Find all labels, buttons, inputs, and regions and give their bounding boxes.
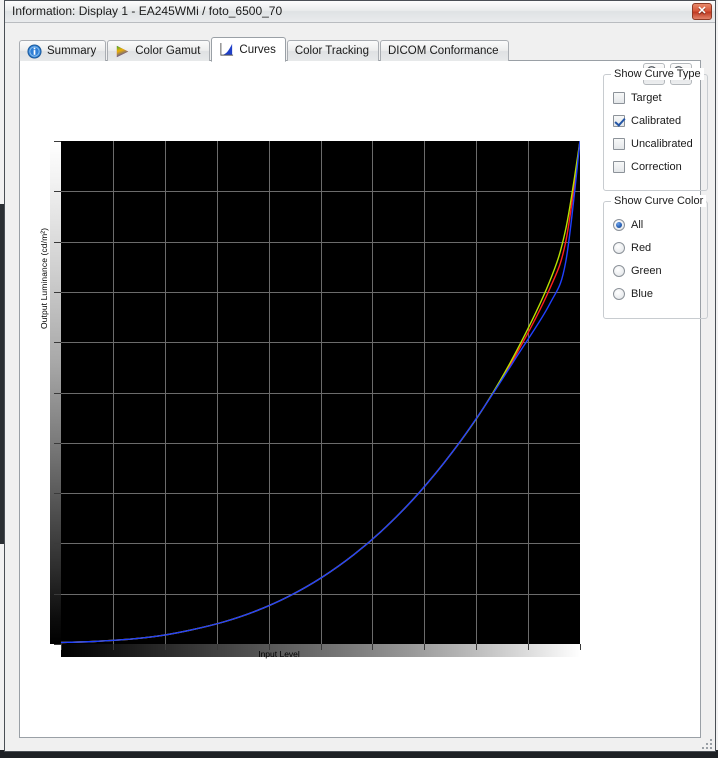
checkbox-target-box[interactable]: [613, 92, 625, 104]
tab-color-tracking-label: Color Tracking: [295, 45, 369, 57]
radio-red-button[interactable]: [613, 242, 625, 254]
window-client-area: Summary Color Gamut: [5, 23, 715, 751]
window-title: Information: Display 1 - EA245WMi / foto…: [12, 4, 282, 18]
radio-all-button[interactable]: [613, 219, 625, 231]
tab-strip: Summary Color Gamut: [19, 36, 510, 61]
radio-all-label: All: [631, 219, 643, 231]
close-button[interactable]: ✕: [692, 3, 712, 20]
tab-color-gamut-label: Color Gamut: [135, 45, 200, 57]
checkbox-correction-label: Correction: [631, 161, 682, 173]
close-icon: ✕: [693, 3, 711, 20]
radio-green-button[interactable]: [613, 265, 625, 277]
window-titlebar[interactable]: Information: Display 1 - EA245WMi / foto…: [5, 1, 715, 23]
tab-summary[interactable]: Summary: [19, 40, 106, 61]
checkbox-correction[interactable]: Correction: [613, 161, 682, 173]
tab-summary-label: Summary: [47, 45, 96, 57]
checkbox-calibrated[interactable]: Calibrated: [613, 115, 681, 127]
info-icon: [27, 44, 42, 59]
radio-blue[interactable]: Blue: [613, 288, 653, 300]
checkbox-calibrated-label: Calibrated: [631, 115, 681, 127]
tab-dicom-conformance-label: DICOM Conformance: [388, 45, 499, 57]
information-window: Information: Display 1 - EA245WMi / foto…: [4, 0, 716, 752]
x-axis-label: Input Level: [20, 649, 586, 659]
tab-dicom-conformance[interactable]: DICOM Conformance: [380, 40, 509, 61]
x-axis-label-text: Input Level: [258, 649, 300, 659]
radio-green[interactable]: Green: [613, 265, 662, 277]
show-curve-type-group: Show Curve Type Target Calibrated Uncali…: [603, 74, 708, 191]
checkbox-calibrated-box[interactable]: [613, 115, 625, 127]
show-curve-type-legend: Show Curve Type: [611, 68, 704, 80]
gamut-triangle-icon: [115, 44, 130, 59]
radio-blue-button[interactable]: [613, 288, 625, 300]
checkbox-uncalibrated-label: Uncalibrated: [631, 138, 693, 150]
show-curve-color-legend: Show Curve Color: [611, 195, 706, 207]
radio-red-label: Red: [631, 242, 651, 254]
checkbox-uncalibrated-box[interactable]: [613, 138, 625, 150]
checkbox-correction-box[interactable]: [613, 161, 625, 173]
radio-all[interactable]: All: [613, 219, 643, 231]
show-curve-color-group: Show Curve Color All Red Green Blue: [603, 201, 708, 319]
radio-red[interactable]: Red: [613, 242, 651, 254]
tab-curves-label: Curves: [239, 44, 275, 56]
tab-color-gamut[interactable]: Color Gamut: [107, 40, 210, 61]
curve-plot-svg: [61, 141, 580, 644]
curve-blue: [61, 141, 580, 642]
radio-green-label: Green: [631, 265, 662, 277]
curve-green: [61, 141, 580, 642]
tab-curves[interactable]: Curves: [211, 37, 285, 62]
checkbox-target-label: Target: [631, 92, 662, 104]
curve-chart-icon: [219, 42, 234, 57]
plot-area[interactable]: [61, 141, 580, 644]
curves-chart: Output Luminance (cd/m²) Input Level: [20, 61, 586, 621]
resize-grip[interactable]: [700, 737, 712, 749]
curves-panel: Output Luminance (cd/m²) Input Level Sho…: [19, 60, 701, 738]
checkbox-target[interactable]: Target: [613, 92, 662, 104]
curve-red: [61, 141, 580, 642]
checkbox-uncalibrated[interactable]: Uncalibrated: [613, 138, 693, 150]
y-axis-label: Output Luminance (cd/m²): [39, 228, 49, 329]
radio-blue-label: Blue: [631, 288, 653, 300]
tab-color-tracking[interactable]: Color Tracking: [287, 40, 379, 61]
